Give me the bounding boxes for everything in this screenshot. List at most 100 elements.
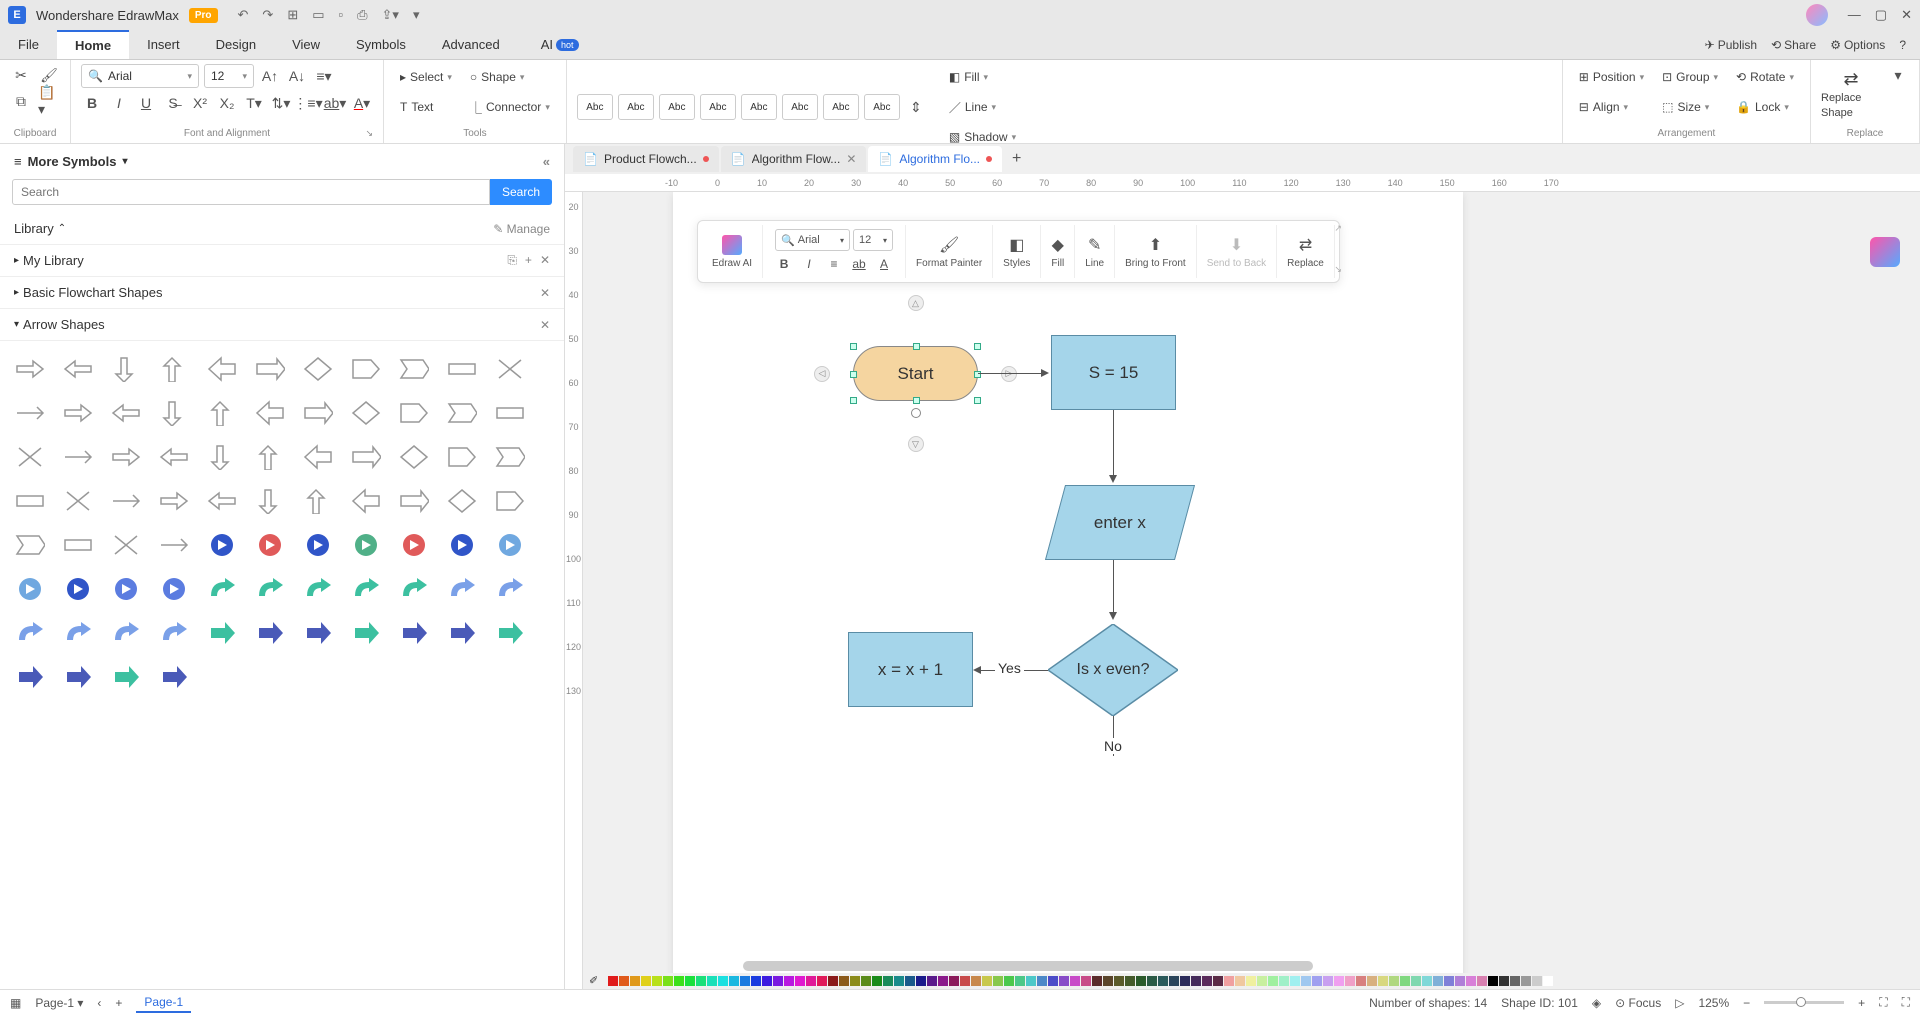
arrow-shape[interactable]	[296, 569, 340, 609]
superscript-icon[interactable]: X²	[189, 92, 211, 114]
color-swatch[interactable]	[1191, 976, 1201, 986]
zoom-slider[interactable]	[1764, 1001, 1844, 1004]
ft-line[interactable]: ✎Line	[1075, 225, 1115, 278]
open-icon[interactable]: ▭	[312, 7, 324, 23]
color-swatch[interactable]	[630, 976, 640, 986]
ft-bring-to-front[interactable]: ⬆Bring to Front	[1115, 225, 1197, 278]
arrow-shape[interactable]	[248, 613, 292, 653]
arrow-shape[interactable]	[392, 525, 436, 565]
size-button[interactable]: ⬚ Size▾	[1656, 94, 1724, 120]
paste-icon[interactable]: 📋▾	[38, 90, 60, 112]
arrow-shape[interactable]	[152, 393, 196, 433]
style-scroll-icon[interactable]: ⇕	[905, 96, 927, 118]
ft-align-icon[interactable]: ≡	[823, 254, 845, 274]
ft-fill[interactable]: ◆Fill	[1041, 225, 1075, 278]
color-swatch[interactable]	[1378, 976, 1388, 986]
close-icon[interactable]: ✕	[1901, 7, 1912, 23]
group-button[interactable]: ⊡ Group▾	[1656, 64, 1724, 90]
color-swatch[interactable]	[1477, 976, 1487, 986]
arrow-shape[interactable]	[296, 525, 340, 565]
align-button[interactable]: ⊟ Align▾	[1573, 94, 1650, 120]
arrow-shape[interactable]	[392, 437, 436, 477]
color-swatch[interactable]	[1136, 976, 1146, 986]
new-tab-button[interactable]: +	[1004, 150, 1029, 168]
arrow-shape[interactable]	[440, 569, 484, 609]
doc-tab[interactable]: 📄 Product Flowch...	[573, 146, 719, 172]
color-swatch[interactable]	[1092, 976, 1102, 986]
color-swatch[interactable]	[839, 976, 849, 986]
arrow-shape[interactable]	[440, 349, 484, 389]
collapse-sidebar-icon[interactable]: «	[543, 154, 550, 169]
arrow-shape[interactable]	[392, 349, 436, 389]
arrow-shape[interactable]	[296, 437, 340, 477]
arrow-shape[interactable]	[152, 657, 196, 697]
arrow-shape[interactable]	[440, 525, 484, 565]
rotate-button[interactable]: ⟲ Rotate▾	[1730, 64, 1800, 90]
ft-highlight-icon[interactable]: ab	[848, 254, 870, 274]
save-icon[interactable]: ▫	[339, 7, 344, 23]
color-swatch[interactable]	[1015, 976, 1025, 986]
color-swatch[interactable]	[1213, 976, 1223, 986]
manage-button[interactable]: ✎ Manage	[493, 222, 550, 236]
color-swatch[interactable]	[1301, 976, 1311, 986]
ft-bold-icon[interactable]: B	[773, 254, 795, 274]
italic-icon[interactable]: I	[108, 92, 130, 114]
ft-replace[interactable]: ⇄Replace	[1277, 225, 1335, 278]
arrow-shape[interactable]	[392, 569, 436, 609]
ft-color-icon[interactable]: A	[873, 254, 895, 274]
doc-tab[interactable]: 📄 Algorithm Flow...✕	[721, 146, 867, 172]
color-swatch[interactable]	[652, 976, 662, 986]
color-swatch[interactable]	[1059, 976, 1069, 986]
color-swatch[interactable]	[1257, 976, 1267, 986]
color-swatch[interactable]	[1004, 976, 1014, 986]
color-swatch[interactable]	[1224, 976, 1234, 986]
color-swatch[interactable]	[641, 976, 651, 986]
arrow-shape[interactable]	[200, 613, 244, 653]
layers-icon[interactable]: ◈	[1592, 996, 1601, 1010]
arrow-shape[interactable]	[344, 437, 388, 477]
menu-home[interactable]: Home	[57, 30, 129, 59]
line-button[interactable]: ／ Line▾	[943, 94, 1022, 120]
arrow-shape[interactable]	[440, 613, 484, 653]
arrow-shape[interactable]	[200, 525, 244, 565]
menu-view[interactable]: View	[274, 30, 338, 59]
arrow-shape[interactable]	[104, 613, 148, 653]
color-swatch[interactable]	[619, 976, 629, 986]
zoom-in-icon[interactable]: +	[1858, 996, 1865, 1010]
color-swatch[interactable]	[905, 976, 915, 986]
extend-down-icon[interactable]: ▽	[908, 436, 924, 452]
my-library-section[interactable]: ▸My Library ⎘+✕	[0, 245, 564, 277]
arrow-shape[interactable]	[152, 349, 196, 389]
shape-tool[interactable]: ○ Shape▾	[464, 64, 556, 90]
node-start[interactable]: Start ◁ ▷ △ ▽	[853, 346, 978, 401]
color-swatch[interactable]	[828, 976, 838, 986]
prev-page-icon[interactable]: ‹	[97, 996, 101, 1010]
arrow-shape[interactable]	[200, 569, 244, 609]
zoom-level[interactable]: 125%	[1698, 996, 1729, 1010]
color-swatch[interactable]	[971, 976, 981, 986]
color-swatch[interactable]	[960, 976, 970, 986]
arrow-shape[interactable]	[152, 569, 196, 609]
color-swatch[interactable]	[1246, 976, 1256, 986]
arrow-shape[interactable]	[392, 481, 436, 521]
color-swatch[interactable]	[1026, 976, 1036, 986]
arrow-shape[interactable]	[296, 613, 340, 653]
arrow-shape[interactable]	[8, 349, 52, 389]
arrow-shape[interactable]	[344, 481, 388, 521]
bold-icon[interactable]: B	[81, 92, 103, 114]
color-swatch[interactable]	[1103, 976, 1113, 986]
color-swatch[interactable]	[1510, 976, 1520, 986]
arrow-shape[interactable]	[56, 349, 100, 389]
help-icon[interactable]: ?	[1899, 38, 1906, 52]
font-select[interactable]: 🔍Arial▾	[81, 64, 199, 88]
color-swatch[interactable]	[993, 976, 1003, 986]
menu-design[interactable]: Design	[198, 30, 274, 59]
menu-insert[interactable]: Insert	[129, 30, 198, 59]
style-preset[interactable]: Abc	[618, 94, 654, 120]
fit-page-icon[interactable]: ⛶	[1879, 995, 1887, 1010]
arrow-shape[interactable]	[440, 393, 484, 433]
color-swatch[interactable]	[1466, 976, 1476, 986]
select-tool[interactable]: ▸ Select▾	[394, 64, 458, 90]
cut-icon[interactable]: ✂	[10, 64, 32, 86]
color-swatch[interactable]	[1279, 976, 1289, 986]
